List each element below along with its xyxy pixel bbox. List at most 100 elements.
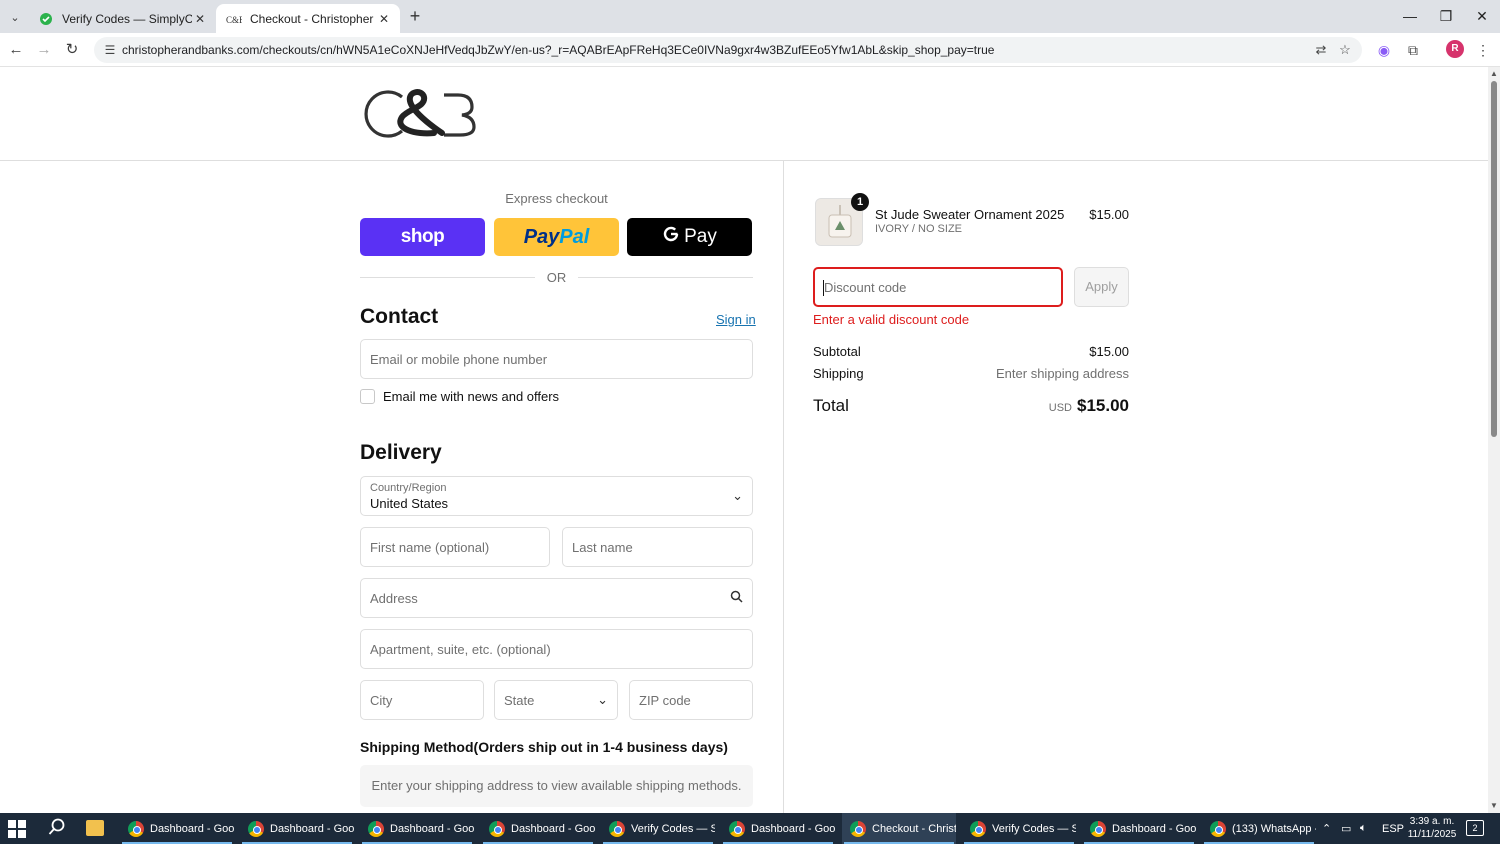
clock-time: 3:39 a. m.	[1409, 816, 1455, 827]
email-field[interactable]: Email or mobile phone number	[360, 339, 753, 379]
close-tab-icon[interactable]: ✕	[192, 11, 208, 27]
chrome-icon	[850, 820, 866, 837]
address-bar[interactable]: ☰ christopherandbanks.com/checkouts/cn/h…	[94, 37, 1362, 63]
url-text[interactable]: christopherandbanks.com/checkouts/cn/hWN…	[122, 43, 994, 57]
chevron-down-icon: ⌄	[597, 692, 608, 707]
discount-code-field[interactable]: Discount code	[813, 267, 1063, 307]
total-currency: USD	[1048, 402, 1072, 414]
extension-icon[interactable]: ◉	[1373, 39, 1395, 61]
country-label: Country/Region	[370, 482, 447, 494]
site-info-icon[interactable]: ☰	[102, 42, 118, 58]
taskbar-item[interactable]: Dashboard - Goo...	[721, 813, 835, 844]
network-icon[interactable]: ▭	[1341, 813, 1351, 844]
taskbar-item[interactable]: Dashboard - Goo...	[1082, 813, 1196, 844]
order-summary-panel	[783, 161, 1488, 813]
bookmark-star-icon[interactable]: ☆	[1336, 41, 1354, 59]
product-price: $15.00	[1089, 207, 1129, 222]
page-scrollbar[interactable]: ▲ ▼	[1488, 67, 1500, 813]
tray-chevron-icon[interactable]: ⌃	[1322, 813, 1331, 844]
minimize-icon[interactable]: —	[1392, 4, 1428, 28]
cb-favicon: C&B	[226, 11, 242, 27]
taskbar-item-label: Dashboard - Goo...	[511, 822, 595, 835]
clock-date: 11/11/2025	[1407, 829, 1457, 840]
search-icon	[730, 590, 743, 606]
total-value: $15.00	[1077, 396, 1129, 415]
chevron-down-icon: ⌄	[732, 488, 743, 503]
restore-icon[interactable]: ❐	[1428, 4, 1464, 28]
search-icon[interactable]	[46, 818, 68, 840]
sign-in-link[interactable]: Sign in	[716, 312, 756, 327]
product-variant: IVORY / NO SIZE	[875, 223, 963, 235]
taskbar-item[interactable]: Dashboard - Goo...	[120, 813, 234, 844]
chrome-icon	[1210, 820, 1226, 837]
menu-kebab-icon[interactable]: ⋮	[1472, 39, 1494, 61]
taskbar-item[interactable]: Dashboard - Goo...	[360, 813, 474, 844]
first-name-field[interactable]: First name (optional)	[360, 527, 550, 567]
profile-avatar[interactable]: R	[1446, 40, 1464, 58]
taskbar-item-label: Dashboard - Goo...	[1112, 822, 1196, 835]
windows-start-icon[interactable]	[8, 820, 26, 838]
taskbar-item[interactable]: Verify Codes — Si...	[962, 813, 1076, 844]
shop-pay-button[interactable]: shop	[360, 218, 485, 256]
newsletter-option[interactable]: Email me with news and offers	[360, 389, 559, 404]
reload-icon[interactable]: ↻	[60, 38, 84, 62]
apply-discount-button[interactable]: Apply	[1074, 267, 1129, 307]
taskbar-item-label: Dashboard - Goo...	[390, 822, 474, 835]
shop-pay-label: shop	[400, 226, 445, 247]
close-tab-icon[interactable]: ✕	[376, 11, 392, 27]
paypal-label-a: Pay	[523, 225, 560, 248]
express-checkout-title: Express checkout	[505, 191, 608, 206]
discount-placeholder: Discount code	[824, 280, 907, 295]
or-divider: OR	[360, 269, 753, 285]
address-placeholder: Address	[370, 591, 418, 606]
notification-icon[interactable]: 2	[1466, 820, 1484, 836]
scrollbar-thumb[interactable]	[1491, 81, 1497, 437]
forward-icon[interactable]: →	[32, 38, 56, 62]
taskbar-item[interactable]: (133) WhatsApp - ...	[1202, 813, 1316, 844]
tab-checkout[interactable]: C&B Checkout - Christopher & Bank ✕	[216, 4, 400, 33]
address-field[interactable]: Address	[360, 578, 753, 618]
language-indicator[interactable]: ESP	[1382, 813, 1404, 844]
browser-tab-bar: ⌄ Verify Codes — SimplyCodes ✕ C&B Check…	[0, 0, 1500, 33]
last-name-field[interactable]: Last name	[562, 527, 753, 567]
google-pay-label: Pay	[684, 226, 717, 247]
or-label: OR	[546, 269, 567, 285]
paypal-button[interactable]: Pay Pal	[494, 218, 619, 256]
zip-field[interactable]: ZIP code	[629, 680, 753, 720]
state-placeholder: State	[504, 693, 535, 708]
taskbar-item[interactable]: Dashboard - Goo...	[240, 813, 354, 844]
paypal-label-b: Pal	[559, 225, 590, 248]
taskbar-item[interactable]: Dashboard - Goo...	[481, 813, 595, 844]
tab-search-chevron-icon[interactable]: ⌄	[4, 6, 26, 28]
country-select[interactable]: Country/Region United States ⌄	[360, 476, 753, 516]
google-pay-button[interactable]: Pay	[627, 218, 752, 256]
taskbar-item[interactable]: Verify Codes — Si...	[601, 813, 715, 844]
shipping-label: Shipping	[813, 366, 864, 381]
extensions-puzzle-icon[interactable]: ⧉	[1402, 39, 1424, 61]
window-close-icon[interactable]: ✕	[1464, 4, 1500, 28]
city-field[interactable]: City	[360, 680, 484, 720]
delivery-heading: Delivery	[360, 441, 442, 464]
zip-placeholder: ZIP code	[639, 693, 691, 708]
first-name-placeholder: First name (optional)	[370, 540, 490, 555]
volume-icon[interactable]: 🔈︎	[1360, 813, 1367, 844]
quantity-badge: 1	[851, 193, 869, 211]
chrome-icon	[128, 820, 144, 837]
state-select[interactable]: State ⌄	[494, 680, 618, 720]
apartment-field[interactable]: Apartment, suite, etc. (optional)	[360, 629, 753, 669]
total-label: Total	[813, 396, 849, 415]
taskbar-clock[interactable]: 3:39 a. m. 11/11/2025	[1404, 815, 1460, 841]
file-explorer-icon[interactable]	[86, 820, 104, 836]
tab-simplycodes[interactable]: Verify Codes — SimplyCodes ✕	[28, 4, 216, 33]
chrome-icon	[729, 820, 745, 837]
newsletter-checkbox[interactable]	[360, 389, 375, 404]
new-tab-icon[interactable]: +	[404, 6, 426, 28]
contact-heading: Contact	[360, 305, 439, 328]
city-placeholder: City	[370, 693, 393, 708]
cb-logo[interactable]	[364, 87, 476, 141]
scroll-down-icon[interactable]: ▼	[1490, 801, 1498, 810]
back-icon[interactable]: ←	[4, 38, 28, 62]
scroll-up-icon[interactable]: ▲	[1490, 69, 1498, 78]
taskbar-item-active[interactable]: Checkout - Christ...	[842, 813, 956, 844]
translate-icon[interactable]: ⇄	[1312, 41, 1330, 59]
